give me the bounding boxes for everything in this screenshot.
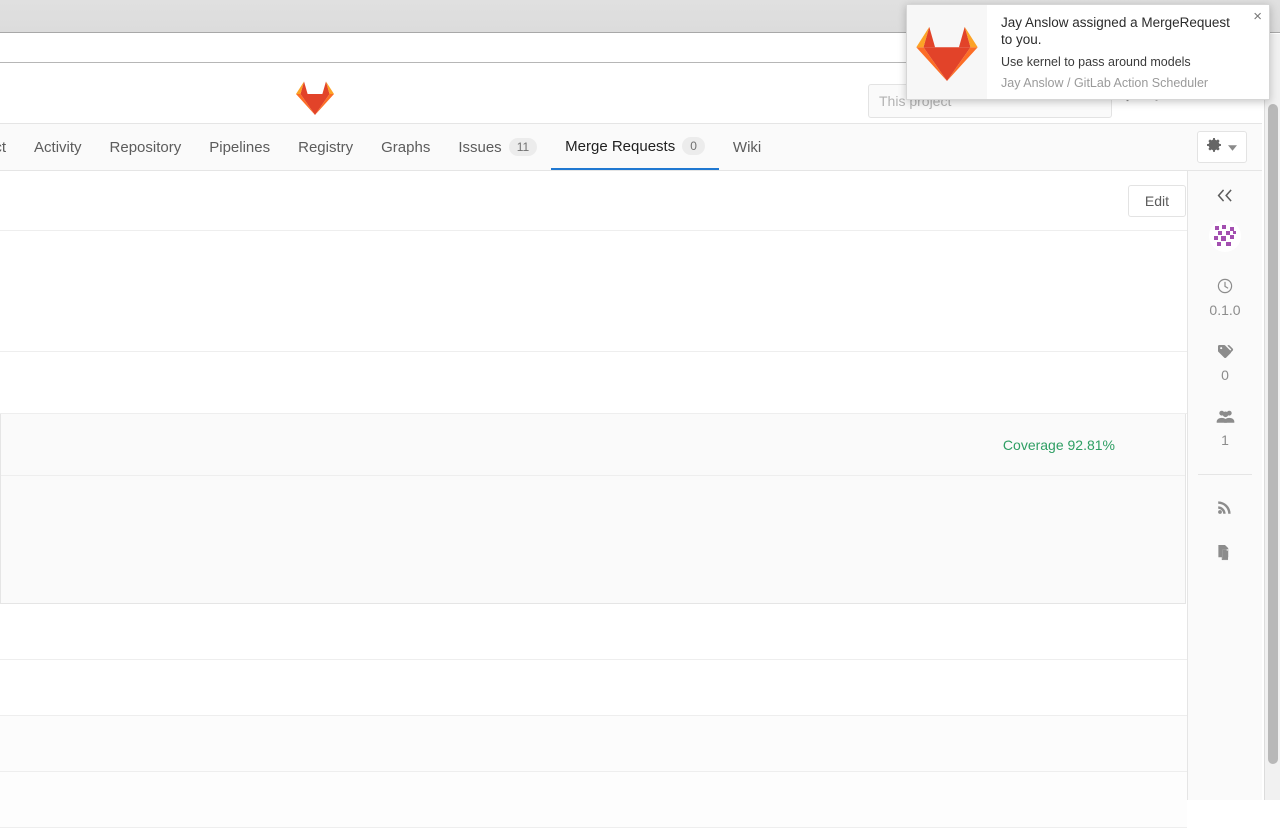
sidebar-divider bbox=[1198, 474, 1252, 475]
tab-label: Issues bbox=[458, 138, 502, 156]
chevron-double-left-icon[interactable] bbox=[1217, 189, 1234, 207]
mr-discussion-row-2 bbox=[0, 660, 1187, 716]
mr-right-sidebar: 0.1.0 0 1 bbox=[1187, 171, 1262, 800]
gitlab-fox-logo[interactable] bbox=[296, 79, 334, 115]
milestone-value: 0.1.0 bbox=[1209, 302, 1241, 318]
chevron-down-icon bbox=[1228, 138, 1237, 156]
coverage-status: Coverage 92.81% bbox=[1002, 436, 1115, 453]
tab-label: Repository bbox=[109, 138, 182, 156]
vertical-scrollbar[interactable] bbox=[1264, 34, 1280, 800]
gear-icon bbox=[1207, 137, 1221, 157]
tab-label: Graphs bbox=[381, 138, 431, 156]
mr-meta-row bbox=[0, 352, 1187, 414]
merge-requests-count-badge: 0 bbox=[682, 137, 705, 155]
mr-discussion-row-1 bbox=[0, 604, 1187, 660]
tab-issues[interactable]: Issues 11 bbox=[444, 124, 551, 170]
desktop-notification-toast[interactable]: Jay Anslow assigned a MergeRequest to yo… bbox=[906, 4, 1270, 100]
tag-icon bbox=[1217, 344, 1234, 364]
tab-project[interactable]: ect bbox=[0, 124, 20, 170]
merge-request-detail-content: Edit Coverage 92.81% bbox=[0, 171, 1187, 828]
sidebar-subscribe[interactable] bbox=[1217, 499, 1233, 520]
tab-activity[interactable]: Activity bbox=[20, 124, 96, 170]
mr-description-row bbox=[0, 231, 1187, 352]
rss-icon bbox=[1217, 499, 1233, 520]
users-icon bbox=[1216, 409, 1235, 429]
notification-title: Jay Anslow assigned a MergeRequest to yo… bbox=[1001, 15, 1230, 47]
mr-pipeline-status-row: Coverage 92.81% bbox=[1, 414, 1185, 476]
tab-label: Activity bbox=[34, 138, 82, 156]
scrollbar-thumb[interactable] bbox=[1268, 104, 1278, 764]
project-settings-dropdown[interactable] bbox=[1197, 131, 1247, 163]
tab-label: Merge Requests bbox=[565, 137, 676, 155]
mr-discussion-row-3 bbox=[0, 716, 1187, 772]
tab-label: Wiki bbox=[732, 138, 762, 156]
edit-button[interactable]: Edit bbox=[1127, 185, 1186, 217]
mr-discussion-row-4 bbox=[0, 772, 1187, 828]
tab-label: Registry bbox=[298, 138, 354, 156]
tab-label: Pipelines bbox=[209, 138, 271, 156]
tab-pipelines[interactable]: Pipelines bbox=[195, 124, 284, 170]
tab-registry[interactable]: Registry bbox=[284, 124, 367, 170]
close-icon[interactable]: × bbox=[1253, 9, 1262, 24]
project-nav-tabs: ect Activity Repository Pipelines Regist… bbox=[0, 124, 1262, 171]
copy-icon bbox=[1217, 544, 1233, 566]
issues-count-badge: 11 bbox=[508, 138, 538, 156]
notification-body: Jay Anslow assigned a MergeRequest to yo… bbox=[987, 5, 1269, 99]
clock-icon bbox=[1217, 278, 1233, 299]
notification-meta: Jay Anslow / GitLab Action Scheduler bbox=[1001, 76, 1209, 90]
mr-pipeline-widget: Coverage 92.81% bbox=[0, 414, 1186, 604]
sidebar-copy-reference[interactable] bbox=[1217, 544, 1233, 566]
notification-subtitle: Use kernel to pass around models bbox=[1001, 55, 1191, 69]
participants-value: 1 bbox=[1221, 432, 1229, 448]
tab-graphs[interactable]: Graphs bbox=[367, 124, 444, 170]
tab-label: ect bbox=[0, 138, 7, 156]
tab-merge-requests[interactable]: Merge Requests 0 bbox=[551, 124, 719, 170]
sidebar-participants[interactable]: 1 bbox=[1216, 409, 1235, 448]
sidebar-milestone[interactable]: 0.1.0 bbox=[1209, 278, 1241, 318]
tab-wiki[interactable]: Wiki bbox=[719, 124, 775, 170]
labels-value: 0 bbox=[1221, 367, 1229, 383]
sidebar-labels[interactable]: 0 bbox=[1217, 344, 1234, 383]
identicon-avatar[interactable] bbox=[1209, 220, 1241, 252]
tab-repository[interactable]: Repository bbox=[96, 124, 196, 170]
notification-icon bbox=[907, 5, 987, 99]
mr-title-row: Edit bbox=[0, 171, 1187, 231]
